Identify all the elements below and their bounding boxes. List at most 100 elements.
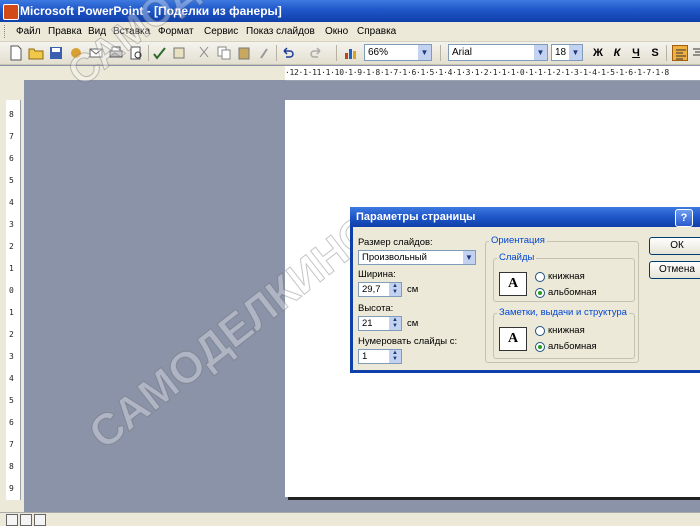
slide-size-select[interactable]: Произвольный ▼ xyxy=(358,250,476,265)
dialog-title: Параметры страницы xyxy=(356,211,476,223)
menu-grip xyxy=(4,25,8,38)
ruler-tick: 1 xyxy=(9,308,14,317)
cancel-button[interactable]: Отмена xyxy=(649,261,700,279)
orientation-label: Ориентация xyxy=(489,235,547,246)
underline-button[interactable]: Ч xyxy=(628,45,644,61)
toolbar-separator xyxy=(276,45,277,61)
ruler-tick: 5 xyxy=(9,396,14,405)
ruler-tick: 3 xyxy=(9,220,14,229)
paste-icon[interactable] xyxy=(236,45,252,61)
ruler-tick: 2 xyxy=(9,242,14,251)
chevron-down-icon[interactable]: ▼ xyxy=(534,45,547,60)
ruler-tick: 4 xyxy=(9,374,14,383)
ruler-background xyxy=(0,66,285,80)
slide-size-value: Произвольный xyxy=(362,252,427,263)
portrait-preview-icon: A xyxy=(499,327,527,351)
numbering-input[interactable]: 1 ▲ ▼ xyxy=(358,349,402,364)
menu-slideshow[interactable]: Показ слайдов xyxy=(246,26,315,37)
notes-group-label: Заметки, выдачи и структура xyxy=(497,307,629,318)
slideshow-view-icon[interactable] xyxy=(34,514,46,526)
redo-icon[interactable] xyxy=(308,45,324,61)
notes-portrait-label: книжная xyxy=(548,325,585,336)
shadow-button[interactable]: S xyxy=(647,45,663,61)
window-title-bar: Microsoft PowerPoint - [Поделки из фанер… xyxy=(0,0,700,22)
zoom-select[interactable]: 66% ▼ xyxy=(364,44,432,61)
ruler-tick: 1 xyxy=(9,264,14,273)
bold-button[interactable]: Ж xyxy=(590,45,606,61)
vertical-ruler: 8 7 6 5 4 3 2 1 0 1 2 3 4 5 6 7 8 9 xyxy=(6,100,21,500)
menu-window[interactable]: Окно xyxy=(325,26,348,37)
height-input[interactable]: 21 ▲ ▼ xyxy=(358,316,402,331)
format-painter-icon[interactable] xyxy=(256,45,272,61)
font-value: Arial xyxy=(452,47,473,58)
notes-landscape-radio[interactable] xyxy=(535,342,545,352)
ruler-tick: 4 xyxy=(9,198,14,207)
toolbar-separator xyxy=(666,45,667,61)
notes-landscape-label: альбомная xyxy=(548,341,597,352)
spinner-icon[interactable]: ▲ ▼ xyxy=(389,317,401,330)
horizontal-ruler: ·12·1·11·1·10·1·9·1·8·1·7·1·6·1·5·1·4·1·… xyxy=(285,66,700,81)
ruler-tick: 9 xyxy=(9,484,14,493)
height-unit: см xyxy=(407,318,419,329)
spinner-icon[interactable]: ▲ ▼ xyxy=(389,283,401,296)
menu-file[interactable]: Файл xyxy=(16,26,41,37)
menu-help[interactable]: Справка xyxy=(357,26,396,37)
ruler-tick: 5 xyxy=(9,176,14,185)
toolbar-separator xyxy=(336,45,337,61)
ruler-tick: 7 xyxy=(9,440,14,449)
notes-portrait-radio[interactable] xyxy=(535,326,545,336)
help-button[interactable]: ? xyxy=(675,209,693,227)
ruler-tick: 7 xyxy=(9,132,14,141)
menu-edit[interactable]: Правка xyxy=(48,26,82,37)
slides-portrait-radio[interactable] xyxy=(535,272,545,282)
slide-size-label: Размер слайдов: xyxy=(358,237,433,248)
ok-button[interactable]: ОК xyxy=(649,237,700,255)
numbering-value: 1 xyxy=(362,351,368,362)
align-center-icon[interactable] xyxy=(690,45,700,61)
slide-sorter-icon[interactable] xyxy=(20,514,32,526)
numbering-label: Нумеровать слайды с: xyxy=(358,336,458,347)
powerpoint-app-icon xyxy=(3,4,19,20)
slides-group-label: Слайды xyxy=(497,252,537,263)
chevron-down-icon[interactable]: ▼ xyxy=(418,45,431,60)
width-unit: см xyxy=(407,284,419,295)
slides-landscape-label: альбомная xyxy=(548,287,597,298)
ruler-tick: 6 xyxy=(9,418,14,427)
new-document-icon[interactable] xyxy=(8,45,24,61)
undo-icon[interactable] xyxy=(280,45,296,61)
height-label: Высота: xyxy=(358,303,394,314)
toolbar-separator xyxy=(440,45,441,61)
width-input[interactable]: 29,7 ▲ ▼ xyxy=(358,282,402,297)
italic-button[interactable]: К xyxy=(609,45,625,61)
dialog-title-bar: Параметры страницы ? xyxy=(350,207,700,227)
landscape-preview-icon: A xyxy=(499,272,527,296)
spelling-icon[interactable] xyxy=(152,45,168,61)
zoom-value: 66% xyxy=(368,47,389,58)
spinner-icon[interactable]: ▲ ▼ xyxy=(389,350,401,363)
ruler-tick: 6 xyxy=(9,154,14,163)
open-folder-icon[interactable] xyxy=(28,45,44,61)
font-select[interactable]: Arial ▼ xyxy=(448,44,548,61)
height-value: 21 xyxy=(362,318,373,329)
cut-icon[interactable] xyxy=(196,45,212,61)
research-icon[interactable] xyxy=(172,45,188,61)
font-size-value: 18 xyxy=(555,47,567,58)
slides-portrait-label: книжная xyxy=(548,271,585,282)
width-label: Ширина: xyxy=(358,269,396,280)
width-value: 29,7 xyxy=(362,284,381,295)
page-setup-dialog: Параметры страницы ? Размер слайдов: Про… xyxy=(350,207,700,373)
chevron-down-icon[interactable]: ▼ xyxy=(463,251,475,264)
ruler-tick: 3 xyxy=(9,352,14,361)
chevron-down-icon[interactable]: ▼ xyxy=(569,45,582,60)
align-left-icon[interactable] xyxy=(672,45,688,61)
insert-chart-icon[interactable] xyxy=(342,45,358,61)
ruler-tick: 8 xyxy=(9,462,14,471)
copy-icon[interactable] xyxy=(216,45,232,61)
font-size-select[interactable]: 18 ▼ xyxy=(551,44,583,61)
menu-tools[interactable]: Сервис xyxy=(204,26,238,37)
ruler-tick: 2 xyxy=(9,330,14,339)
ruler-tick: 0 xyxy=(9,286,14,295)
normal-view-icon[interactable] xyxy=(6,514,18,526)
ruler-tick: 8 xyxy=(9,110,14,119)
slides-landscape-radio[interactable] xyxy=(535,288,545,298)
